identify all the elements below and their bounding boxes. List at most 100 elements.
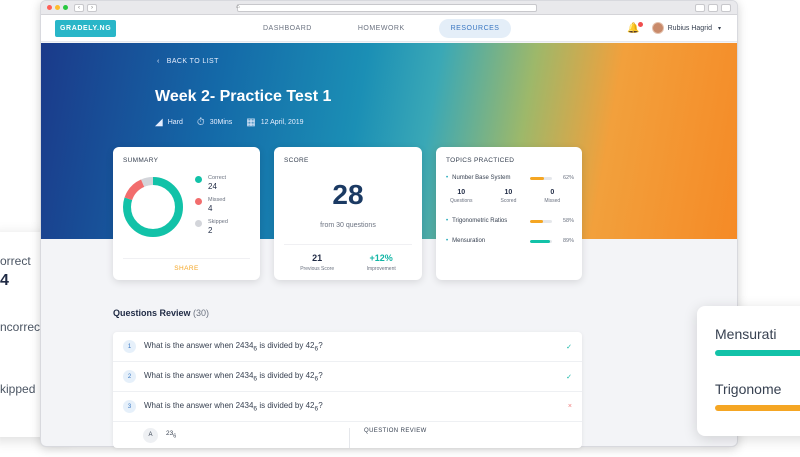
question-row[interactable]: 2 What is the answer when 24346 is divid… (113, 362, 582, 392)
home-icon: ⌂ (236, 3, 240, 10)
check-icon: ✓ (566, 373, 572, 381)
top-navbar: GRADELY.NG DASHBOARD HOMEWORK RESOURCES … (41, 15, 737, 42)
legend-correct-label: Correct (208, 175, 227, 181)
legend-correct: Correct 24 (195, 175, 228, 191)
improvement-label: Improvement (366, 266, 396, 272)
topic-progress-bar (530, 219, 552, 223)
legend-missed-label: Missed (208, 197, 226, 203)
browser-chrome: ‹ › ⌂ (41, 1, 737, 15)
popup-correct: orrect 4 (0, 254, 31, 290)
popup-skipped-label: kipped (0, 382, 36, 396)
chevron-down-icon[interactable]: ▾ (718, 25, 721, 32)
legend-correct-value: 24 (208, 182, 217, 191)
questions-list: 1 What is the answer when 24346 is divid… (113, 332, 582, 448)
page-title: Week 2- Practice Test 1 (155, 88, 332, 105)
topics-popup-right: Mensurati Trigonome (697, 306, 800, 436)
browser-back-button[interactable]: ‹ (74, 3, 84, 12)
topic-row-trigonometric[interactable]: • Trigonometric Ratios 58% (446, 218, 574, 224)
brand-logo[interactable]: GRADELY.NG (55, 19, 117, 37)
topic-percent: 89% (562, 238, 574, 244)
question-number: 1 (123, 340, 136, 353)
test-meta: ◢ Hard ⏱ 30Mins ▦ 12 April, 2019 (155, 117, 318, 128)
skipped-dot-icon (195, 220, 202, 227)
option-letter[interactable]: A (143, 427, 158, 443)
question-text-mid: is divided by 42 (257, 400, 315, 410)
question-text-main: What is the answer when 2434 (144, 340, 254, 350)
questions-review-count: (30) (193, 308, 210, 318)
question-text: What is the answer when 24346 is divided… (144, 371, 566, 383)
duration-label: 30Mins (209, 119, 233, 126)
topic-name: Number Base System (452, 175, 511, 181)
question-number: 2 (123, 370, 136, 383)
legend-missed-value: 4 (208, 204, 213, 213)
question-review-label: QUESTION REVIEW (349, 428, 427, 448)
popup-correct-value: 4 (0, 272, 9, 289)
topic-progress-bar (530, 239, 552, 243)
question-text-mid: is divided by 42 (257, 370, 315, 380)
close-icon: × (567, 403, 572, 410)
nav-homework[interactable]: HOMEWORK (358, 25, 405, 32)
browser-action-button[interactable] (695, 3, 705, 12)
legend-skipped: Skipped 2 (195, 219, 228, 235)
popup-incorrect-label: ncorrect (0, 320, 44, 334)
avatar[interactable] (651, 22, 664, 34)
duration-meta: ⏱ 30Mins (197, 117, 232, 128)
topic-name: Trigonometric Ratios (452, 218, 508, 224)
bullet-icon: • (446, 218, 449, 224)
previous-score-value: 21 (312, 253, 323, 263)
missed-dot-icon (195, 198, 202, 205)
stat-scored: 10 Scored (501, 189, 531, 204)
notification-badge (637, 21, 643, 27)
question-row[interactable]: 1 What is the answer when 24346 is divid… (113, 332, 582, 362)
browser-chrome-actions (692, 3, 731, 12)
minimize-window-icon[interactable] (55, 5, 60, 10)
question-text-end: ? (318, 400, 323, 410)
browser-forward-button[interactable]: › (87, 3, 97, 12)
question-text-end: ? (318, 340, 323, 350)
share-button[interactable]: SHARE (123, 258, 250, 272)
topic-row-number-base[interactable]: • Number Base System 62% (446, 175, 574, 181)
question-text-main: What is the answer when 2434 (144, 370, 254, 380)
popup-topic-name: Trigonome (715, 381, 782, 397)
score-value: 28 (332, 179, 364, 210)
stage: orrect 4 ncorrect kipped ‹ › ⌂ GRADELY.N… (0, 0, 800, 457)
topic-row-mensuration[interactable]: • Mensuration 89% (446, 238, 574, 244)
legend-skipped-label: Skipped (208, 219, 228, 225)
calendar-icon: ▦ (246, 117, 256, 128)
browser-action-button[interactable] (721, 3, 731, 12)
stat-scored-value: 10 (504, 189, 513, 196)
summary-donut-chart (123, 177, 183, 237)
topics-card: TOPICS PRACTICED • Number Base System 62… (436, 147, 582, 280)
maximize-window-icon[interactable] (63, 5, 68, 10)
nav-resources[interactable]: RESOURCES (438, 18, 512, 38)
back-to-list-link[interactable]: ‹ BACK TO LIST (157, 58, 219, 65)
score-heading: SCORE (284, 157, 309, 164)
topics-heading: TOPICS PRACTICED (446, 157, 515, 164)
nav-links: DASHBOARD HOMEWORK RESOURCES (263, 18, 557, 38)
notification-bell-icon[interactable]: 🔔 (627, 21, 643, 34)
check-icon: ✓ (566, 343, 572, 351)
stat-missed-value: 0 (550, 189, 555, 196)
user-name: Rubius Hagrid (667, 24, 712, 32)
popup-incorrect: ncorrect (0, 320, 43, 338)
browser-action-button[interactable] (708, 3, 718, 12)
user-menu[interactable]: 🔔 Rubius Hagrid ▾ (627, 21, 721, 34)
stat-missed-label: Missed (544, 198, 561, 204)
stat-questions-label: Questions (450, 198, 473, 204)
legend-skipped-value: 2 (208, 226, 213, 235)
summary-legend: Correct 24 Missed 4 Skipped 2 (195, 175, 228, 241)
nav-dashboard[interactable]: DASHBOARD (263, 25, 312, 32)
legend-missed: Missed 4 (195, 197, 228, 213)
chevron-left-icon: ‹ (157, 58, 160, 65)
stat-missed: 0 Missed (544, 189, 574, 204)
option-text-sub: 6 (173, 433, 177, 440)
bullet-icon: • (446, 175, 449, 181)
difficulty-label: Hard (167, 119, 183, 126)
question-row[interactable]: 3 What is the answer when 24346 is divid… (113, 392, 582, 422)
address-bar[interactable]: ⌂ (236, 3, 537, 12)
close-window-icon[interactable] (47, 5, 52, 10)
option-text: 236 (166, 430, 176, 439)
questions-review-title: Questions Review (113, 308, 191, 318)
back-to-list-label: BACK TO LIST (166, 58, 219, 65)
popup-topic-bar (715, 405, 800, 411)
